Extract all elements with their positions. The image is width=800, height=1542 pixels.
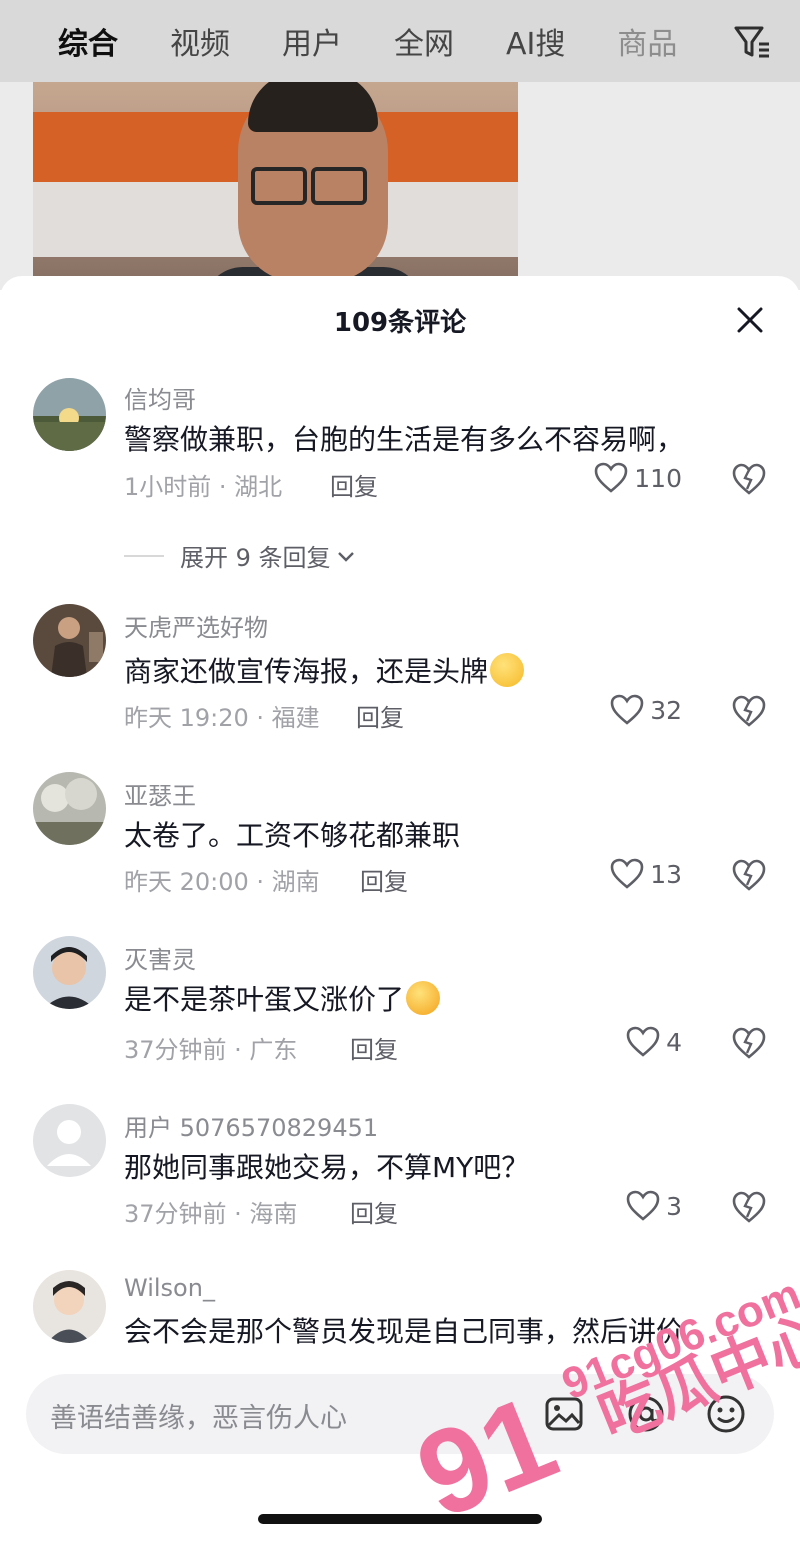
dislike-icon[interactable] <box>732 1026 766 1060</box>
comment-item: 信均哥 警察做兼职，台胞的生活是有多么不容易啊， 1小时前 · 湖北 回复 11… <box>0 374 800 524</box>
avatar[interactable] <box>33 772 106 845</box>
comment-item: Wilson_ 会不会是那个警员发现是自己同事，然后讲价 <box>0 1270 800 1356</box>
image-icon[interactable] <box>544 1394 584 1434</box>
comment-time-location: 昨天 20:00 · 湖南 <box>124 868 320 896</box>
like-count: 3 <box>666 1191 682 1221</box>
comment-time-location: 昨天 19:20 · 福建 <box>124 704 320 732</box>
reply-button[interactable]: 回复 <box>350 1194 398 1229</box>
like-button[interactable]: 110 <box>594 462 682 494</box>
like-button[interactable]: 13 <box>610 858 682 890</box>
expand-replies-label: 展开 9 条回复 <box>180 544 331 572</box>
comment-text: 会不会是那个警员发现是自己同事，然后讲价 <box>124 1315 685 1348</box>
chevron-down-icon <box>337 551 354 562</box>
comment-username[interactable]: 信均哥 <box>124 380 196 415</box>
comment-text: 商家还做宣传海报，还是头牌 <box>124 650 525 690</box>
like-button[interactable]: 4 <box>626 1026 682 1058</box>
comment-time-location: 37分钟前 · 海南 <box>124 1200 298 1228</box>
avatar[interactable] <box>33 1270 106 1343</box>
dislike-icon[interactable] <box>732 858 766 892</box>
avatar[interactable] <box>33 936 106 1009</box>
heart-icon <box>594 462 628 493</box>
comment-username[interactable]: 天虎严选好物 <box>124 608 268 643</box>
like-count: 4 <box>666 1027 682 1057</box>
comment-time-location: 37分钟前 · 广东 <box>124 1036 298 1064</box>
like-button[interactable]: 3 <box>626 1190 682 1222</box>
reply-button[interactable]: 回复 <box>350 1030 398 1065</box>
dislike-icon[interactable] <box>732 1190 766 1224</box>
heart-icon <box>610 858 644 889</box>
comment-username[interactable]: 灭害灵 <box>124 940 196 975</box>
close-icon[interactable] <box>734 304 766 336</box>
comment-username[interactable]: 亚瑟王 <box>124 776 196 811</box>
comment-item: 用户 5076570829451 那她同事跟她交易，不算MY吧？ 37分钟前 ·… <box>0 1104 800 1254</box>
like-count: 32 <box>650 695 682 725</box>
avatar[interactable] <box>33 1104 106 1177</box>
comment-item: 灭害灵 是不是茶叶蛋又涨价了 37分钟前 · 广东 回复 4 <box>0 936 800 1086</box>
heart-icon <box>626 1026 660 1057</box>
comment-time-location: 1小时前 · 湖北 <box>124 473 283 501</box>
like-button[interactable]: 32 <box>610 694 682 726</box>
like-count: 13 <box>650 859 682 889</box>
heart-icon <box>626 1190 660 1221</box>
comment-input-placeholder: 善语结善缘，恶言伤人心 <box>50 1403 347 1434</box>
comment-text: 是不是茶叶蛋又涨价了 <box>124 978 441 1018</box>
mention-icon[interactable] <box>626 1394 666 1434</box>
comment-item: 亚瑟王 太卷了。工资不够花都兼职 昨天 20:00 · 湖南 回复 13 <box>0 772 800 922</box>
dislike-icon[interactable] <box>732 462 766 496</box>
comment-input[interactable]: 善语结善缘，恶言伤人心 <box>26 1374 774 1454</box>
avatar[interactable] <box>33 378 106 451</box>
heart-icon <box>610 694 644 725</box>
comment-sheet: 109条评论 信均哥 警察做兼职，台胞的生活是有多么不容易啊， 1小时前 · 湖… <box>0 276 800 1542</box>
avatar[interactable] <box>33 604 106 677</box>
background-dim <box>0 0 800 290</box>
home-indicator <box>258 1514 542 1524</box>
comment-text: 太卷了。工资不够花都兼职 <box>124 819 461 852</box>
comment-item: 天虎严选好物 商家还做宣传海报，还是头牌 昨天 19:20 · 福建 回复 32 <box>0 602 800 752</box>
reply-button[interactable]: 回复 <box>360 862 408 897</box>
dislike-icon[interactable] <box>732 694 766 728</box>
comment-username[interactable]: 用户 5076570829451 <box>124 1108 378 1143</box>
reply-button[interactable]: 回复 <box>330 467 378 502</box>
comment-count-title: 109条评论 <box>333 308 467 338</box>
expand-replies-button[interactable]: 展开 9 条回复 <box>124 538 357 573</box>
comment-text: 警察做兼职，台胞的生活是有多么不容易啊， <box>124 423 685 456</box>
like-count: 110 <box>634 463 682 493</box>
emoji-icon[interactable] <box>706 1394 746 1434</box>
comment-username[interactable]: Wilson_ <box>124 1274 215 1302</box>
smirk-emoji-icon <box>490 653 525 687</box>
comment-text: 那她同事跟她交易，不算MY吧？ <box>124 1151 530 1184</box>
reply-button[interactable]: 回复 <box>356 698 404 733</box>
laughing-emoji-icon <box>406 981 441 1015</box>
